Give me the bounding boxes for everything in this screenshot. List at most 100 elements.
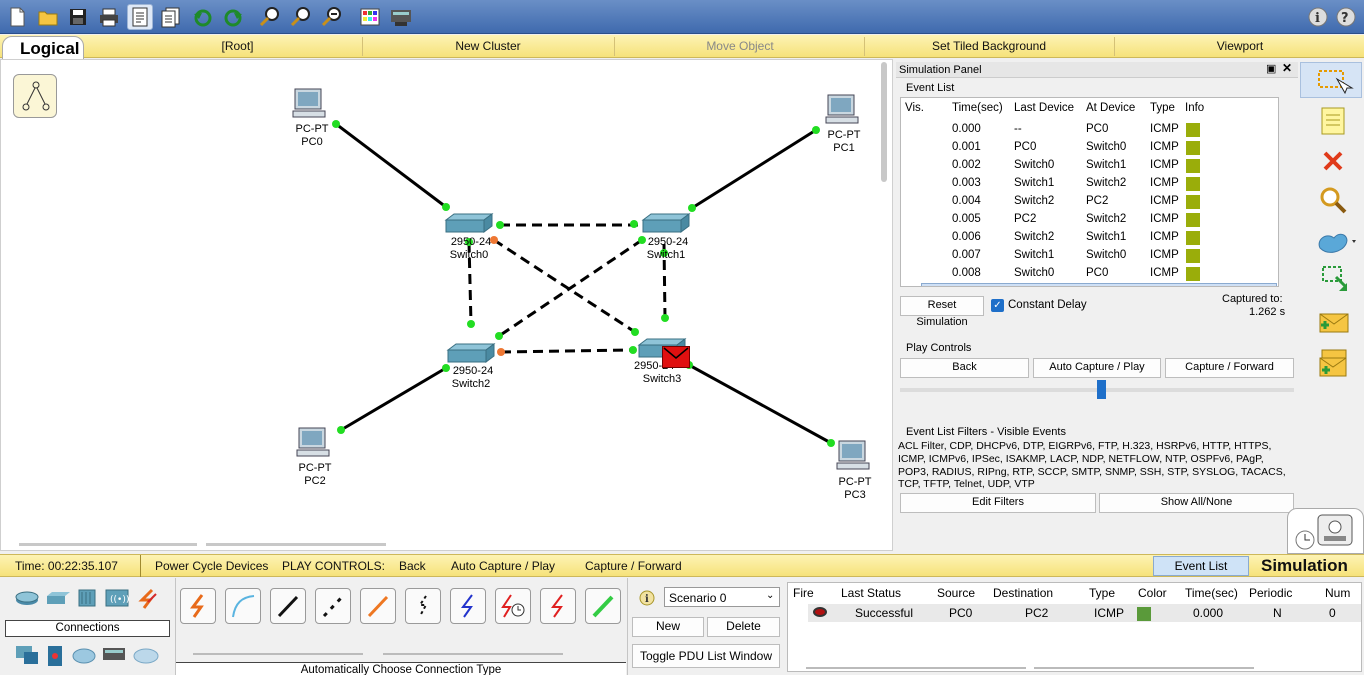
fiber-connection-icon[interactable] [360, 588, 396, 624]
event-row[interactable]: 0.003 Switch1 Switch2 ICMP [901, 175, 1278, 193]
scenario-select[interactable]: Scenario 0 ⌄ [664, 587, 780, 607]
power-cycle-devices-button[interactable]: Power Cycle Devices [155, 559, 268, 573]
multiuser-category-icon[interactable] [132, 646, 160, 669]
event-row[interactable]: 0.004 Switch2 PC2 ICMP [901, 193, 1278, 211]
router-category-icon[interactable] [14, 590, 40, 609]
end-devices-category-icon[interactable] [14, 644, 40, 671]
new-cluster-button[interactable]: New Cluster [368, 39, 608, 53]
coaxial-connection-icon[interactable] [450, 588, 486, 624]
switch1-device[interactable] [641, 212, 691, 239]
event-info-icon[interactable] [1186, 177, 1200, 191]
pc0-device[interactable] [291, 87, 327, 124]
add-simple-pdu-icon[interactable] [1316, 310, 1350, 339]
add-complex-pdu-icon[interactable] [1316, 348, 1350, 385]
components-category-icon[interactable] [45, 644, 65, 671]
connection-scrollbar[interactable] [383, 653, 563, 655]
connection-scrollbar[interactable] [193, 653, 363, 655]
hub-category-icon[interactable] [76, 588, 98, 611]
zoom-in-icon[interactable] [257, 4, 283, 30]
pc3-device[interactable] [835, 439, 871, 476]
pdu-envelope-icon[interactable] [662, 346, 690, 368]
close-icon[interactable]: ✕ [1282, 61, 1292, 75]
event-row[interactable]: 0.002 Switch0 Switch1 ICMP [901, 157, 1278, 175]
reset-simulation-button[interactable]: Reset Simulation [900, 296, 984, 328]
save-icon[interactable] [65, 4, 91, 30]
show-all-none-button[interactable]: Show All/None [1099, 493, 1294, 513]
event-row-selected[interactable] [921, 283, 1277, 286]
move-object-button[interactable]: Move Object [620, 39, 860, 53]
serial-dce-connection-icon[interactable] [495, 588, 531, 624]
delete-scenario-button[interactable]: Delete [707, 617, 780, 637]
event-row[interactable]: 0.005 PC2 Switch2 ICMP [901, 211, 1278, 229]
event-info-icon[interactable] [1186, 123, 1200, 137]
zoom-out-icon[interactable] [319, 4, 345, 30]
resize-icon[interactable] [1320, 264, 1350, 297]
activity-wizard-icon[interactable] [127, 4, 153, 30]
custom-device-icon[interactable] [388, 4, 414, 30]
status-auto-capture-button[interactable]: Auto Capture / Play [451, 559, 555, 573]
console-connection-icon[interactable] [225, 588, 261, 624]
note-icon[interactable] [1318, 106, 1348, 139]
inspect-icon[interactable] [1318, 186, 1348, 219]
event-list-toggle-button[interactable]: Event List [1153, 556, 1249, 576]
canvas-horizontal-scrollbar[interactable] [19, 543, 197, 546]
new-file-icon[interactable] [4, 4, 30, 30]
event-row[interactable]: 0.008 Switch0 PC0 ICMP [901, 265, 1278, 283]
zoom-reset-icon[interactable] [288, 4, 314, 30]
event-info-icon[interactable] [1186, 249, 1200, 263]
info-icon[interactable]: i [1305, 4, 1331, 30]
toggle-pdu-list-button[interactable]: Toggle PDU List Window [632, 644, 780, 668]
scenario-info-icon[interactable]: i [638, 589, 656, 610]
connections-category-icon[interactable] [136, 588, 162, 613]
pdu-scrollbar[interactable] [806, 667, 1026, 669]
status-back-button[interactable]: Back [399, 559, 426, 573]
custom-devices-category-icon[interactable] [101, 642, 127, 671]
canvas-vertical-scrollbar[interactable] [881, 62, 887, 182]
auto-capture-play-button[interactable]: Auto Capture / Play [1033, 358, 1161, 378]
event-row[interactable]: 0.001 PC0 Switch0 ICMP [901, 139, 1278, 157]
event-info-icon[interactable] [1186, 159, 1200, 173]
event-info-icon[interactable] [1186, 267, 1200, 281]
pdu-scrollbar[interactable] [1034, 667, 1254, 669]
capture-forward-button[interactable]: Capture / Forward [1165, 358, 1294, 378]
fire-icon[interactable] [813, 607, 827, 617]
event-row[interactable]: 0.007 Switch1 Switch0 ICMP [901, 247, 1278, 265]
edit-filters-button[interactable]: Edit Filters [900, 493, 1096, 513]
pc1-device[interactable] [824, 93, 860, 130]
draw-shape-icon[interactable] [1314, 226, 1358, 259]
viewport-button[interactable]: Viewport [1120, 39, 1360, 53]
simulation-mode-icon[interactable] [1287, 508, 1364, 554]
switch0-device[interactable] [444, 212, 494, 239]
event-info-icon[interactable] [1186, 213, 1200, 227]
straight-through-connection-icon[interactable] [270, 588, 306, 624]
delete-icon[interactable] [1320, 148, 1346, 177]
event-info-icon[interactable] [1186, 231, 1200, 245]
select-icon[interactable] [1300, 62, 1362, 98]
new-scenario-button[interactable]: New [632, 617, 704, 637]
event-row[interactable]: 0.000 -- PC0 ICMP [901, 121, 1278, 139]
pdu-list-icon[interactable] [158, 4, 184, 30]
event-info-icon[interactable] [1186, 195, 1200, 209]
help-question-icon[interactable]: ? [1333, 4, 1359, 30]
palette-icon[interactable] [357, 4, 383, 30]
root-button[interactable]: [Root] [120, 39, 355, 53]
phone-connection-icon[interactable] [405, 588, 441, 624]
switch-category-icon[interactable] [45, 590, 71, 609]
redo-icon[interactable] [220, 4, 246, 30]
status-capture-forward-button[interactable]: Capture / Forward [585, 559, 682, 573]
constant-delay-checkbox[interactable]: ✓ [991, 299, 1004, 312]
auto-connection-icon[interactable] [180, 588, 216, 624]
topology-canvas[interactable]: PC-PT PC0 PC-PT PC1 PC-PT PC2 PC-PT PC3 … [0, 59, 893, 551]
serial-dte-connection-icon[interactable] [540, 588, 576, 624]
wireless-category-icon[interactable]: ((•)) [104, 588, 130, 611]
event-row[interactable]: 0.006 Switch2 Switch1 ICMP [901, 229, 1278, 247]
wan-emulation-category-icon[interactable] [71, 646, 97, 669]
open-folder-icon[interactable] [35, 4, 61, 30]
crossover-connection-icon[interactable] [315, 588, 351, 624]
speed-slider-thumb[interactable] [1097, 380, 1106, 399]
simulation-mode-label[interactable]: Simulation [1261, 556, 1348, 576]
canvas-horizontal-scrollbar[interactable] [206, 543, 386, 546]
pc2-device[interactable] [295, 426, 331, 463]
octal-connection-icon[interactable] [585, 588, 621, 624]
event-info-icon[interactable] [1186, 141, 1200, 155]
